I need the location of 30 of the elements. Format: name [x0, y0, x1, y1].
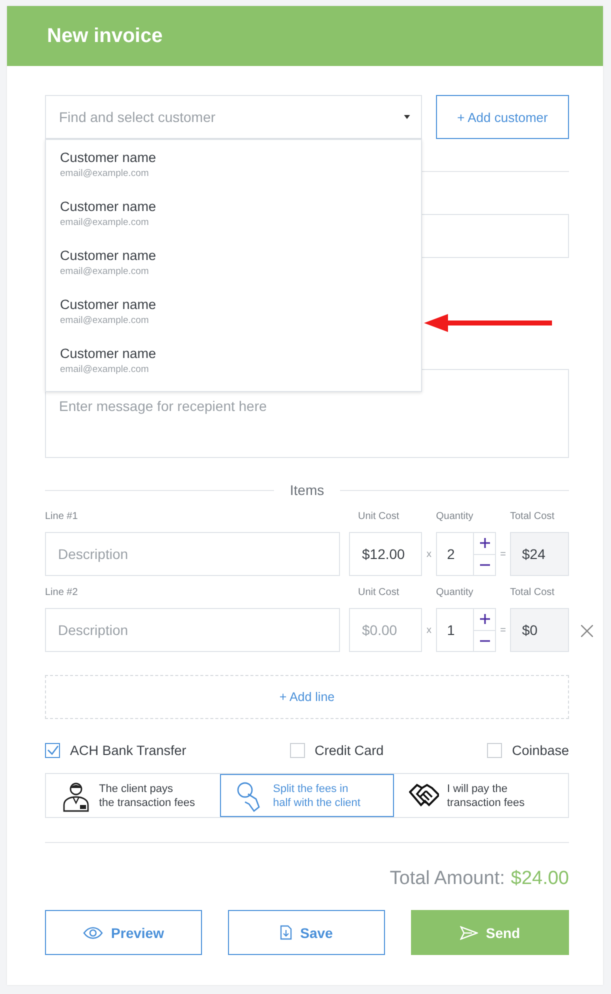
customer-name: Customer name	[60, 150, 158, 165]
column-label: Total Cost	[510, 586, 556, 600]
column-label: Quantity	[436, 586, 474, 600]
checkbox-label: Credit Card	[314, 742, 384, 758]
times-sign: x	[426, 624, 432, 636]
times-sign: x	[426, 548, 432, 560]
checkbox-label: ACH Bank Transfer	[70, 742, 186, 758]
customer-name: Customer name	[60, 248, 158, 263]
equals-sign: =	[500, 624, 506, 636]
column-label: Unit Cost	[358, 586, 400, 600]
checkbox-label: Coinbase	[512, 742, 569, 758]
column-label: Total Cost	[510, 510, 556, 524]
customer-email: email@example.com	[60, 168, 150, 179]
customer-name: Customer name	[60, 199, 158, 214]
total-cost-field: $24	[510, 532, 569, 576]
column-label: Quantity	[436, 510, 474, 524]
customer-email: email@example.com	[60, 217, 150, 228]
section-heading: Items	[288, 482, 326, 498]
window-title: New invoice	[47, 24, 163, 48]
line-label: Line #2	[45, 586, 79, 600]
customer-email: email@example.com	[60, 315, 150, 326]
line-label: Line #1	[45, 510, 79, 524]
customer-name: Customer name	[60, 297, 158, 312]
total-amount: $24.00	[510, 868, 569, 890]
total-label: Total Amount:	[390, 868, 505, 890]
equals-sign: =	[500, 548, 506, 560]
total-cost-field: $0	[510, 608, 569, 652]
customer-name: Customer name	[60, 346, 158, 361]
customer-email: email@example.com	[60, 266, 150, 277]
column-label: Unit Cost	[358, 510, 400, 524]
